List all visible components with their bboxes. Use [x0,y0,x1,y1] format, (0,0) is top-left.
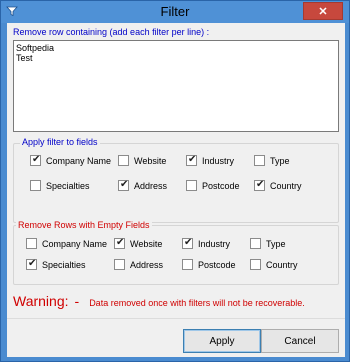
apply-fields-legend: Apply filter to fields [20,137,100,147]
empty-industry-checkbox[interactable]: Industry [182,237,230,250]
checkbox-box [186,180,197,191]
apply-fields-group: Apply filter to fields Company Name Webs… [13,137,339,223]
checkbox-label: Country [270,180,302,191]
checkbox-label: Type [266,238,286,249]
cancel-button[interactable]: Cancel [261,329,339,353]
checkbox-label: Industry [202,155,235,166]
filter-line: Test [16,53,33,63]
apply-company-name-checkbox[interactable]: Company Name [30,154,111,167]
empty-type-checkbox[interactable]: Type [250,237,286,250]
checkbox-box [182,259,193,270]
checkbox-box [30,154,41,166]
checkbox-box [114,259,125,270]
empty-specialties-checkbox[interactable]: Specialties [26,258,86,271]
dialog-body: Remove row containing (add each filter p… [7,23,345,357]
empty-country-checkbox[interactable]: Country [250,258,298,271]
filter-textarea[interactable]: Softpedia Test [13,40,339,132]
filter-dialog: Filter ✕ Remove row containing (add each… [0,0,350,362]
warning-message: Warning: - Data removed once with filter… [13,293,305,309]
empty-fields-group: Remove Rows with Empty Fields Company Na… [13,220,339,285]
checkbox-box [254,155,265,166]
apply-button[interactable]: Apply [183,329,261,353]
checkbox-label: Company Name [42,238,108,249]
checkbox-box [254,179,265,191]
checkbox-box [30,180,41,191]
apply-country-checkbox[interactable]: Country [254,179,302,192]
empty-postcode-checkbox[interactable]: Postcode [182,258,236,271]
empty-fields-legend: Remove Rows with Empty Fields [16,220,152,230]
apply-website-checkbox[interactable]: Website [118,154,166,167]
checkbox-label: Address [134,180,168,191]
warning-text: Data removed once with filters will not … [89,298,305,308]
checkbox-label: Type [270,155,290,166]
checkbox-label: Website [134,155,167,166]
empty-company-name-checkbox[interactable]: Company Name [26,237,107,250]
apply-address-checkbox[interactable]: Address [118,179,167,192]
empty-website-checkbox[interactable]: Website [114,237,162,250]
checkbox-box [182,237,193,249]
checkbox-box [118,179,129,191]
close-button[interactable]: ✕ [303,2,343,20]
checkbox-label: Website [130,238,163,249]
checkbox-label: Specialties [46,180,90,191]
checkbox-label: Address [130,259,164,270]
apply-type-checkbox[interactable]: Type [254,154,290,167]
checkbox-label: Country [266,259,298,270]
warning-dash: - [74,293,80,309]
close-icon: ✕ [318,5,328,18]
empty-address-checkbox[interactable]: Address [114,258,163,271]
filter-line: Softpedia [16,43,55,53]
checkbox-box [250,238,261,249]
warning-title: Warning: [13,293,69,309]
checkbox-label: Industry [198,238,231,249]
checkbox-box [26,238,37,249]
apply-specialties-checkbox[interactable]: Specialties [30,179,90,192]
button-bar: Apply Cancel [7,318,345,357]
filter-text-label: Remove row containing (add each filter p… [13,27,210,37]
checkbox-box [186,154,197,166]
checkbox-label: Specialties [42,259,86,270]
checkbox-label: Company Name [46,155,112,166]
title-bar: Filter ✕ [1,1,349,23]
checkbox-box [118,155,129,166]
checkbox-label: Postcode [202,180,240,191]
window-title: Filter [160,4,190,19]
checkbox-box [250,259,261,270]
checkbox-box [114,237,125,249]
checkbox-label: Postcode [198,259,236,270]
apply-postcode-checkbox[interactable]: Postcode [186,179,240,192]
checkbox-box [26,258,37,270]
apply-industry-checkbox[interactable]: Industry [186,154,234,167]
